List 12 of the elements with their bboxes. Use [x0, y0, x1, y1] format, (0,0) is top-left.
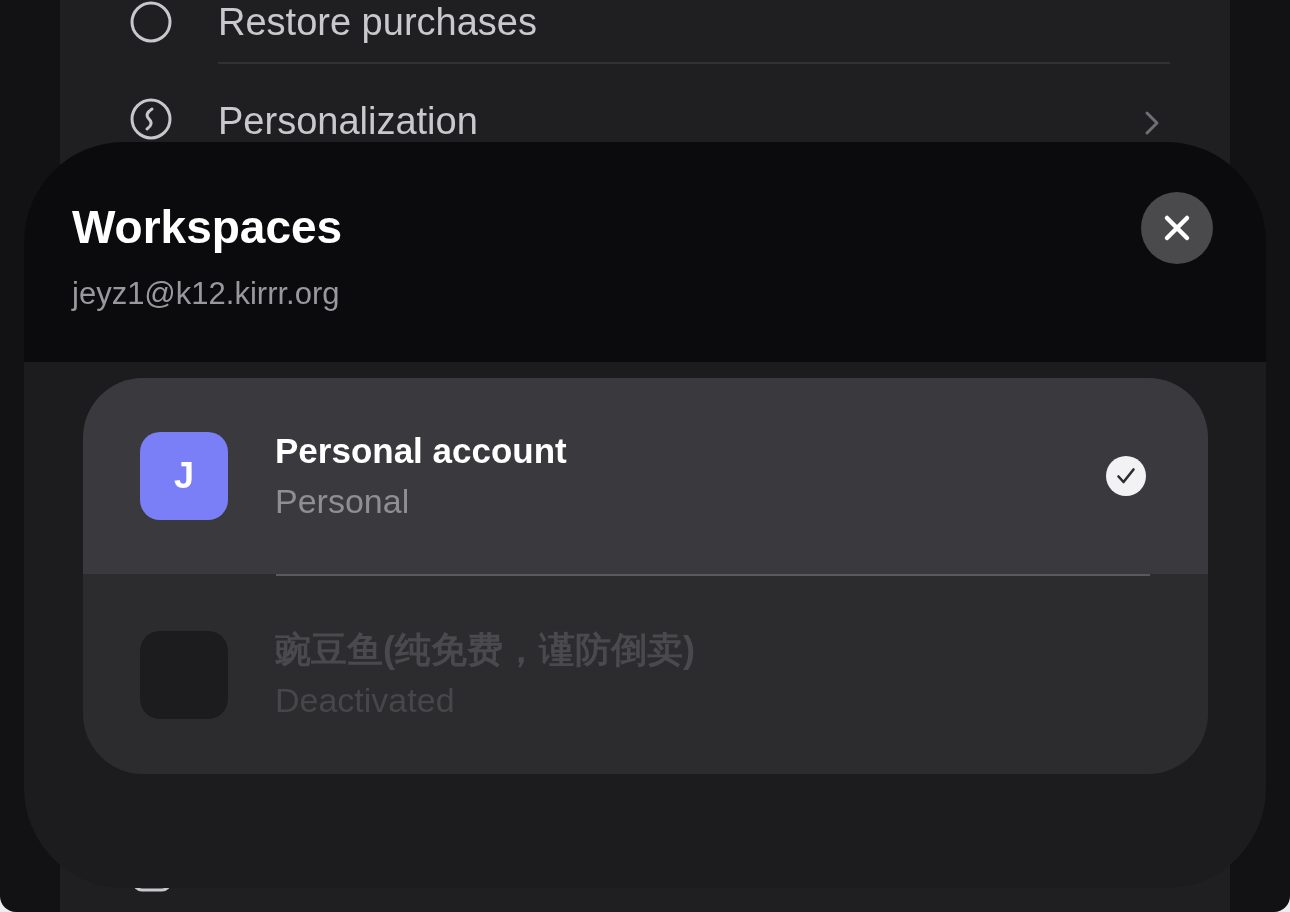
circle-icon [130, 1, 172, 43]
settings-row[interactable]: Restore purchases [60, 0, 1230, 62]
settings-row[interactable]: Personalization [60, 64, 1230, 142]
workspace-type: Personal [275, 481, 410, 522]
circle-squiggle-icon [130, 98, 172, 140]
workspace-name: Personal account [275, 430, 567, 472]
close-icon [1162, 213, 1192, 243]
sheet-title: Workspaces [72, 200, 343, 255]
account-email: jeyz1@k12.kirrr.org [72, 275, 341, 312]
avatar: J [140, 432, 228, 520]
checkmark-icon [1106, 456, 1146, 496]
workspace-row[interactable]: J Personal account Personal [83, 378, 1208, 574]
